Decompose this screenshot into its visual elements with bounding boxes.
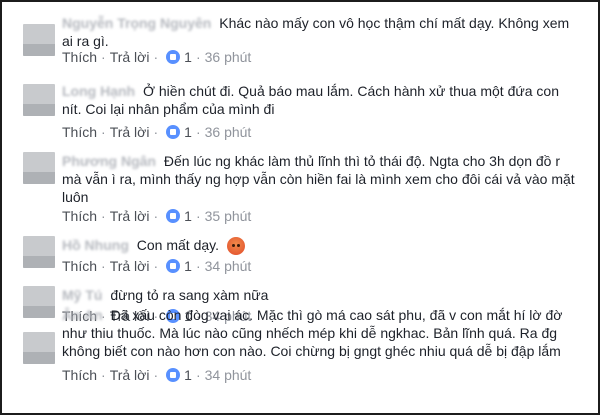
like-icon [166,259,181,273]
comment-text: Ở hiền chút đi. Quả báo mau lắm. Cách hà… [62,83,559,117]
reply-button[interactable]: Trả lời [110,367,150,383]
like-icon [166,50,181,64]
like-button[interactable]: Thích [62,124,97,140]
commenter-name[interactable]: Nguyễn Trọng Nguyên [62,15,211,31]
like-button[interactable]: Thích [62,367,97,383]
comment-actions: Thích · Trả lời · 1 · 34 phút [62,367,252,383]
timestamp[interactable]: 34 phút [205,258,252,274]
reply-button[interactable]: Trả lời [110,258,150,274]
comment-text: Đã xấu còn đòg vai ác. Mặc thì gò má cao… [62,307,563,359]
avatar[interactable] [23,24,55,56]
comment-text: Con mất dạy. [136,237,219,253]
comment-text: đừng tỏ ra sang xàm nữa [110,287,269,303]
comment-actions: Thích · Trả lời · 1 · 34 phút [62,258,252,274]
like-button[interactable]: Thích [62,208,97,224]
reply-button[interactable]: Trả lời [110,124,150,140]
like-count[interactable]: 1 [184,367,192,383]
avatar[interactable] [23,332,55,364]
like-button[interactable]: Thích [62,258,97,274]
like-count[interactable]: 1 [184,124,192,140]
avatar[interactable] [23,84,55,116]
like-count[interactable]: 1 [184,208,192,224]
commenter-name[interactable]: Mỹ Tú [62,287,102,303]
like-icon [166,368,181,382]
avatar[interactable] [23,152,55,184]
like-icon [166,209,181,223]
commenter-name[interactable]: Phương Ngân [62,153,156,169]
avatar[interactable] [23,286,55,318]
commenter-name[interactable]: Ân An [62,307,103,323]
like-icon [166,125,181,139]
commenter-name[interactable]: Long Hạnh [62,83,135,99]
comment-actions: Thích · Trả lời · 1 · 35 phút [62,208,252,224]
reply-button[interactable]: Trả lời [110,208,150,224]
like-count[interactable]: 1 [184,258,192,274]
avatar[interactable] [23,236,55,268]
comment-actions: Thích · Trả lời · 1 · 36 phút [62,124,252,140]
timestamp[interactable]: 34 phút [205,367,252,383]
like-button[interactable]: Thích [62,49,97,65]
comment-list: Nguyễn Trọng Nguyên Khác nào mấy con vô … [0,0,600,415]
reply-button[interactable]: Trả lời [110,49,150,65]
timestamp[interactable]: 35 phút [205,208,252,224]
comment-actions: Thích · Trả lời · 1 · 36 phút [62,49,252,65]
commenter-name[interactable]: Hồ Nhung [62,237,129,253]
timestamp[interactable]: 36 phút [205,49,252,65]
like-count[interactable]: 1 [184,49,192,65]
angry-emoji-icon [226,237,245,256]
timestamp[interactable]: 36 phút [205,124,252,140]
